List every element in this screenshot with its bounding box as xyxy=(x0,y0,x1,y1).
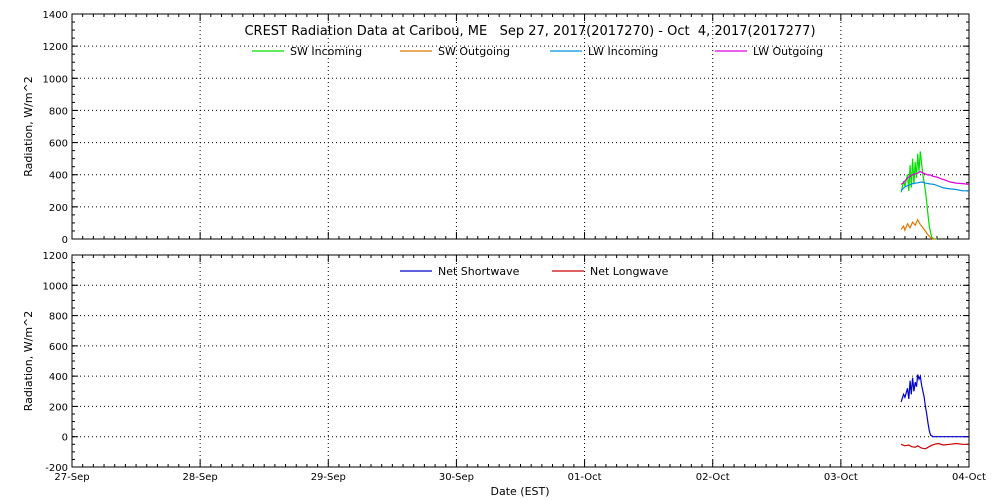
legend-label-net_sw: Net Shortwave xyxy=(438,265,520,278)
legend-label-sw_out: SW Outgoing xyxy=(438,45,510,58)
y-tick-label: 400 xyxy=(49,171,68,182)
plot-frame xyxy=(71,13,970,240)
x-axis: 27-Sep 28-Sep 29-Sep 30-Sep 01-Oct 02-Oct 03-O… xyxy=(54,472,986,483)
radiation-chart: CREST Radiation Data at Caribou, ME Sep … xyxy=(22,10,986,498)
y-tick-label: 0 xyxy=(62,235,68,246)
panel-incoming-outgoing: 0 200 400 600 800 1000 1200 1400 Radiation, W/m^… xyxy=(22,10,970,246)
y-tick-label: 1200 xyxy=(43,42,68,53)
legend-label-lw_out: LW Outgoing xyxy=(753,45,823,58)
y-tick-label: 1400 xyxy=(43,10,68,21)
x-tick-label: 04-Oct xyxy=(952,472,986,483)
y-tick-label: 600 xyxy=(49,139,68,150)
legend-label-net_lw: Net Longwave xyxy=(590,265,669,278)
legend-label-sw_in: SW Incoming xyxy=(290,45,362,58)
chart-title: CREST Radiation Data at Caribou, ME Sep … xyxy=(244,24,815,39)
y-tick-label: 0 xyxy=(62,433,68,444)
y-tick-label: 1200 xyxy=(43,251,68,262)
x-tick-label: 27-Sep xyxy=(54,472,89,483)
x-tick-label: 28-Sep xyxy=(183,472,218,483)
x-tick-label: 01-Oct xyxy=(568,472,602,483)
y-axis-label: Radiation, W/m^2 xyxy=(22,76,35,177)
legend-label-lw_in: LW Incoming xyxy=(588,45,658,58)
series-line-net_sw xyxy=(900,373,969,438)
x-tick-label: 30-Sep xyxy=(439,472,474,483)
y-tick-label: 600 xyxy=(49,342,68,353)
x-tick-label: 29-Sep xyxy=(311,472,346,483)
y-tick-label: 800 xyxy=(49,312,68,323)
y-tick-label: 200 xyxy=(49,203,68,214)
x-tick-label: 02-Oct xyxy=(696,472,730,483)
series-line-net_lw xyxy=(900,442,969,450)
y-tick-label: 1000 xyxy=(43,281,68,292)
y-axis-label: Radiation, W/m^2 xyxy=(22,311,35,412)
y-tick-label: 1000 xyxy=(43,74,68,85)
x-tick-label: 03-Oct xyxy=(824,472,858,483)
panel-net-radiation: -200020040060080010001200Radiation, W/m^… xyxy=(22,251,970,474)
x-axis-label: Date (EST) xyxy=(490,485,549,498)
plot-frame xyxy=(71,254,970,468)
y-tick-label: 800 xyxy=(49,106,68,117)
y-tick-label: 200 xyxy=(49,402,68,413)
y-tick-label: 400 xyxy=(49,372,68,383)
